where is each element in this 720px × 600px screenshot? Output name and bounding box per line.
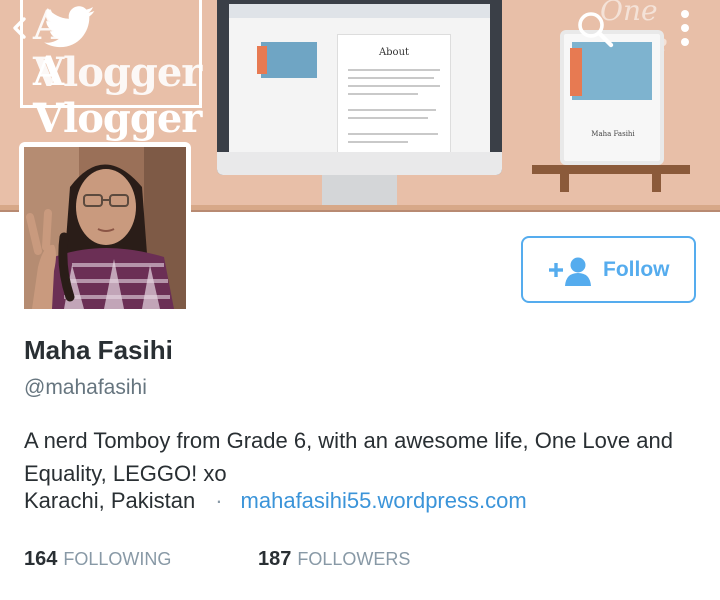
shelf-leg-left	[560, 174, 569, 192]
monitor-about-heading: About	[378, 47, 410, 58]
add-user-icon	[547, 256, 595, 286]
profile-handle: @mahafasihi	[24, 376, 147, 399]
follow-button-label: Follow	[603, 258, 670, 281]
meta-separator: ·	[215, 488, 223, 513]
profile-bio: A nerd Tomboy from Grade 6, with an awes…	[24, 428, 673, 486]
follow-button[interactable]: Follow	[521, 236, 696, 303]
banner-text-line2: A Vlogger	[33, 48, 202, 142]
profile-avatar-frame[interactable]	[19, 142, 191, 314]
banner-monitor-stand	[322, 175, 397, 205]
following-label: FOLLOWING	[63, 549, 172, 569]
profile-stats: 164 FOLLOWING 187 FOLLOWERS	[24, 548, 410, 571]
twitter-bird-icon	[44, 6, 96, 48]
followers-label: FOLLOWERS	[297, 549, 411, 569]
followers-stat[interactable]: 187 FOLLOWERS	[258, 548, 410, 571]
avatar[interactable]	[24, 147, 186, 309]
banner-monitor-art: About	[217, 0, 502, 175]
tablet-caption: Maha Fasihi	[591, 130, 635, 138]
profile-name: Maha Fasihi	[24, 335, 173, 365]
following-stat[interactable]: 164 FOLLOWING	[24, 548, 171, 571]
banner-shelf	[532, 165, 690, 174]
profile-website-link[interactable]: mahafasihi55.wordpress.com	[241, 488, 527, 513]
profile-meta: Karachi, Pakistan · mahafasihi55.wordpress…	[24, 488, 527, 514]
back-chevron-icon[interactable]	[8, 14, 30, 42]
shelf-leg-right	[652, 174, 661, 192]
followers-count: 187	[258, 548, 292, 570]
profile-location: Karachi, Pakistan	[24, 488, 196, 513]
search-icon[interactable]	[574, 8, 618, 52]
more-vertical-icon[interactable]	[672, 6, 698, 50]
following-count: 164	[24, 548, 58, 570]
